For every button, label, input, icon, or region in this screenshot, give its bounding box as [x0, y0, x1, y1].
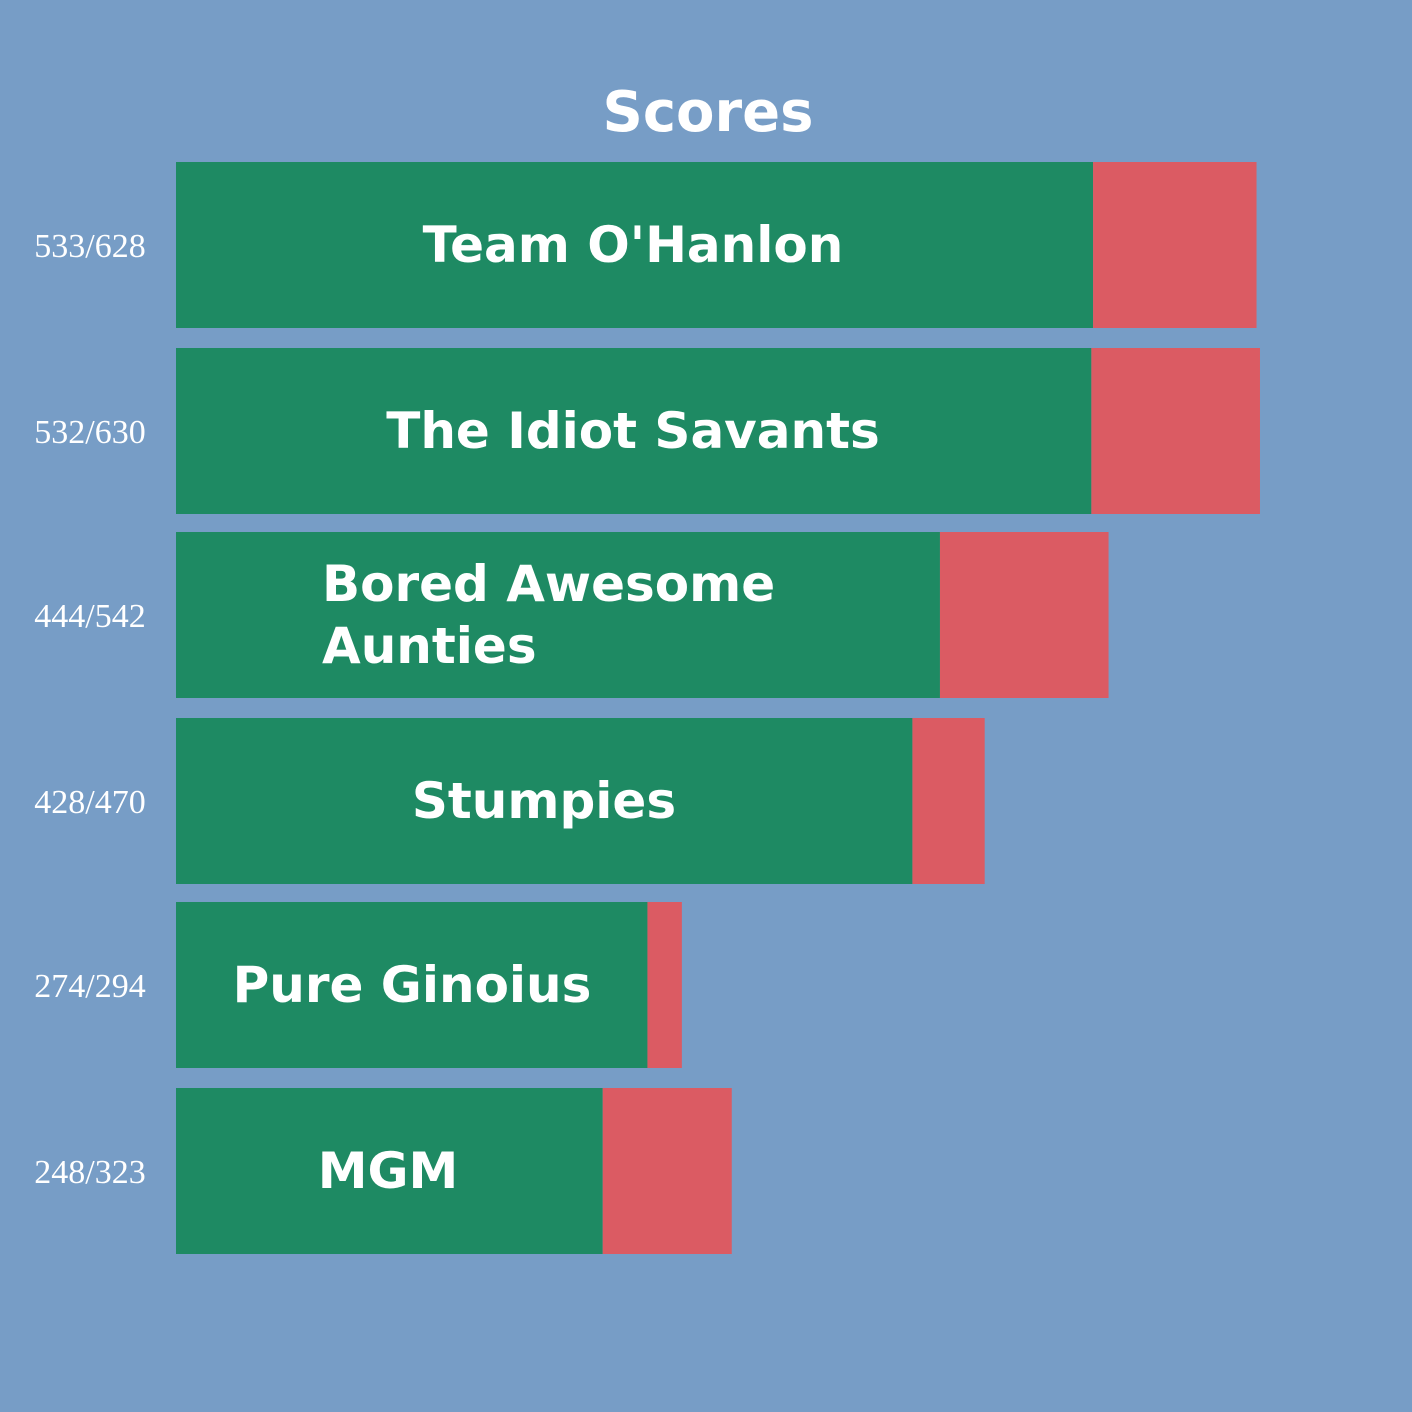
team-name: Aunties	[322, 617, 537, 675]
team-name: Team O'Hanlon	[423, 216, 844, 274]
bar-group: 533/628 Team O'Hanlon 532/630 The Idiot Sav…	[34, 162, 1260, 1254]
bar-incorrect	[912, 718, 985, 884]
team-name: MGM	[318, 1142, 459, 1200]
team-name: Bored Awesome	[322, 555, 775, 613]
score-label: 248/323	[34, 1154, 145, 1191]
score-label: 532/630	[34, 414, 145, 451]
score-label: 444/542	[34, 598, 145, 635]
team-name: Stumpies	[412, 772, 676, 830]
bar-incorrect	[1093, 162, 1257, 328]
scores-chart: Scores 533/628 Team O'Hanlon 532/630 The Id…	[34, 80, 1260, 1254]
score-label: 428/470	[34, 784, 145, 821]
score-label: 274/294	[34, 968, 145, 1005]
score-label: 533/628	[34, 228, 145, 265]
team-name: The Idiot Savants	[386, 402, 880, 460]
team-name: Pure Ginoius	[233, 956, 592, 1014]
bar-incorrect	[939, 532, 1109, 698]
bar-incorrect	[1091, 348, 1260, 514]
bar-incorrect	[647, 902, 682, 1068]
chart-title: Scores	[603, 80, 814, 145]
bar-incorrect	[602, 1088, 732, 1254]
